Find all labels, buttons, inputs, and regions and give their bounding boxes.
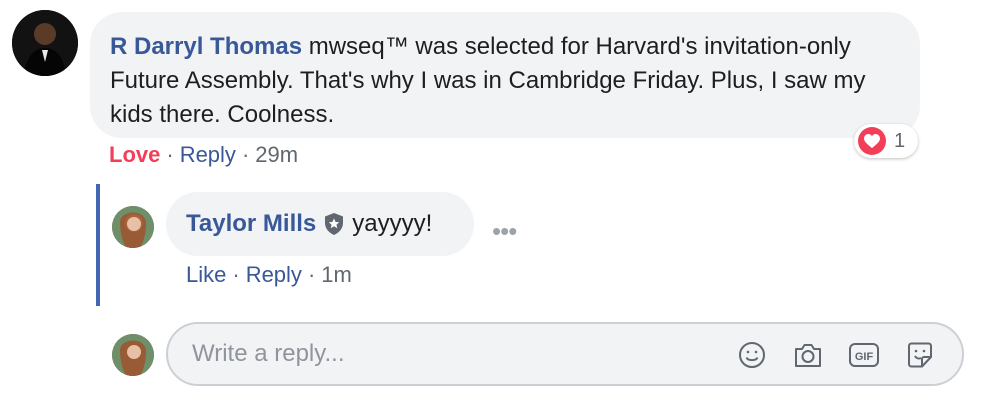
reaction-summary[interactable]: 1 [854, 124, 918, 158]
reply-button[interactable]: Reply [180, 142, 236, 167]
reply-placeholder[interactable]: Write a reply... [192, 340, 344, 368]
camera-icon[interactable] [792, 339, 824, 371]
like-button[interactable]: Like [186, 262, 226, 287]
heart-icon [858, 127, 886, 155]
reply-bubble: Taylor Mills yayyyy! [166, 192, 474, 256]
more-options-icon[interactable]: ••• [492, 216, 517, 247]
reply-author[interactable]: Taylor Mills [186, 210, 316, 238]
emoji-icon[interactable] [736, 339, 768, 371]
thread-line [96, 184, 100, 306]
comment-timestamp[interactable]: 29m [255, 142, 298, 167]
reply-timestamp[interactable]: 1m [321, 262, 352, 287]
separator-dot: · [241, 142, 250, 167]
separator-dot: · [307, 262, 316, 287]
avatar[interactable] [112, 206, 154, 248]
comment-actions: Love · Reply · 29m [109, 142, 298, 168]
avatar [112, 334, 154, 376]
comment-bubble: R Darryl Thomas mwseq™ was selected for … [90, 12, 920, 138]
separator-dot: · [166, 142, 174, 167]
reply-text: yayyyy! [352, 210, 433, 237]
svg-text:GIF: GIF [855, 351, 874, 363]
shield-icon [324, 213, 344, 235]
composer-tools: GIF [736, 339, 936, 371]
reply-actions: Like · Reply · 1m [186, 262, 352, 288]
gif-icon[interactable]: GIF [848, 339, 880, 371]
sticker-icon[interactable] [904, 339, 936, 371]
reply-input[interactable]: Write a reply... GIF [166, 322, 964, 386]
separator-dot: · [232, 262, 240, 287]
comment-author[interactable]: R Darryl Thomas [110, 33, 302, 60]
reply-button[interactable]: Reply [246, 262, 302, 287]
love-button[interactable]: Love [109, 142, 160, 167]
avatar[interactable] [12, 10, 78, 76]
reaction-count: 1 [894, 129, 906, 152]
